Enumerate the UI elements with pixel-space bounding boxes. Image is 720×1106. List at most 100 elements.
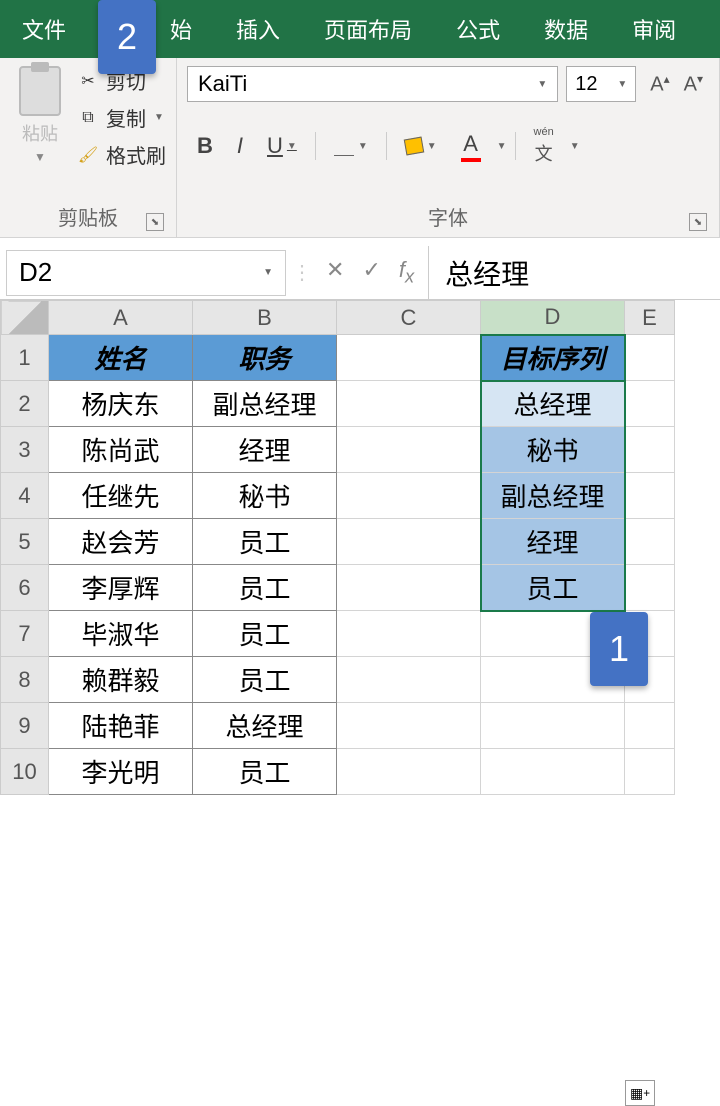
fx-icon[interactable]: fx xyxy=(399,257,414,287)
tab-formulas[interactable]: 公式 xyxy=(434,0,522,58)
cell[interactable] xyxy=(625,519,675,565)
col-header-e[interactable]: E xyxy=(625,301,675,335)
underline-button[interactable]: U▼ xyxy=(257,127,307,165)
tab-review[interactable]: 审阅 xyxy=(610,0,698,58)
cell[interactable] xyxy=(337,519,481,565)
cell[interactable] xyxy=(337,749,481,795)
cell-active[interactable]: 总经理 xyxy=(481,381,625,427)
cell[interactable]: 职务 xyxy=(193,335,337,381)
row-header[interactable]: 9 xyxy=(1,703,49,749)
copy-button[interactable]: ⧉复制▼ xyxy=(76,103,166,132)
cell[interactable] xyxy=(625,703,675,749)
tab-file[interactable]: 文件 xyxy=(0,0,88,58)
cell[interactable]: 副总经理 xyxy=(481,473,625,519)
cell[interactable]: 员工 xyxy=(481,565,625,611)
italic-button[interactable]: I xyxy=(227,127,253,165)
cell[interactable] xyxy=(625,565,675,611)
formula-input[interactable]: 总经理 xyxy=(428,246,720,299)
cancel-icon[interactable]: ✕ xyxy=(326,257,344,287)
cell[interactable] xyxy=(337,703,481,749)
col-header-b[interactable]: B xyxy=(193,301,337,335)
chevron-down-icon: ▼ xyxy=(154,112,164,123)
dialog-launcher-icon[interactable]: ⬊ xyxy=(146,213,164,231)
cell[interactable]: 员工 xyxy=(193,519,337,565)
paste-options-icon[interactable]: ▦+ xyxy=(625,1080,655,1106)
cell[interactable]: 赖群毅 xyxy=(49,657,193,703)
row-header[interactable]: 8 xyxy=(1,657,49,703)
paste-dropdown-icon[interactable]: ▼ xyxy=(34,150,46,164)
cell[interactable] xyxy=(625,381,675,427)
cell[interactable] xyxy=(337,335,481,381)
cell[interactable]: 总经理 xyxy=(193,703,337,749)
chevron-down-icon[interactable]: ▼ xyxy=(497,141,507,152)
name-box[interactable]: D2▼ xyxy=(6,250,286,296)
row-header[interactable]: 5 xyxy=(1,519,49,565)
cell[interactable]: 经理 xyxy=(193,427,337,473)
grow-font-button[interactable]: A▴ xyxy=(644,68,675,101)
font-color-button[interactable]: A xyxy=(451,125,491,168)
tab-page-layout[interactable]: 页面布局 xyxy=(302,0,434,58)
cell[interactable]: 李光明 xyxy=(49,749,193,795)
paste-button[interactable]: 粘贴 ▼ xyxy=(10,66,70,198)
tab-insert[interactable]: 插入 xyxy=(214,0,302,58)
cell[interactable]: 员工 xyxy=(193,657,337,703)
cell[interactable]: 任继先 xyxy=(49,473,193,519)
cell[interactable]: 姓名 xyxy=(49,335,193,381)
cell[interactable]: 员工 xyxy=(193,749,337,795)
row-header[interactable]: 1 xyxy=(1,335,49,381)
col-header-d[interactable]: D xyxy=(481,301,625,335)
separator xyxy=(315,132,316,160)
col-header-a[interactable]: A xyxy=(49,301,193,335)
cell[interactable] xyxy=(337,657,481,703)
cell[interactable] xyxy=(625,335,675,381)
cell[interactable]: 陆艳菲 xyxy=(49,703,193,749)
cell[interactable] xyxy=(337,473,481,519)
cell[interactable]: 毕淑华 xyxy=(49,611,193,657)
row-header[interactable]: 2 xyxy=(1,381,49,427)
cell[interactable]: 员工 xyxy=(193,565,337,611)
row-header[interactable]: 7 xyxy=(1,611,49,657)
spreadsheet-grid[interactable]: A B C D E 1姓名职务目标序列 2杨庆东副总经理总经理 3陈尚武经理秘书… xyxy=(0,300,675,795)
borders-button[interactable]: ▼ xyxy=(324,130,378,162)
row-header[interactable]: 10 xyxy=(1,749,49,795)
cell[interactable]: 杨庆东 xyxy=(49,381,193,427)
cell[interactable]: 副总经理 xyxy=(193,381,337,427)
cell[interactable]: 陈尚武 xyxy=(49,427,193,473)
cell[interactable] xyxy=(337,611,481,657)
cell[interactable] xyxy=(625,473,675,519)
cell[interactable]: 赵会芳 xyxy=(49,519,193,565)
shrink-font-button[interactable]: A▾ xyxy=(678,68,709,101)
font-size-select[interactable]: 12▼ xyxy=(566,66,636,102)
cell[interactable]: 员工 xyxy=(193,611,337,657)
cell[interactable] xyxy=(337,427,481,473)
enter-icon[interactable]: ✓ xyxy=(362,257,380,287)
row-header[interactable]: 3 xyxy=(1,427,49,473)
tab-data[interactable]: 数据 xyxy=(522,0,610,58)
phonetic-guide-button[interactable]: wén文 xyxy=(524,120,564,172)
format-painter-label: 格式刷 xyxy=(106,140,166,169)
row-header[interactable]: 4 xyxy=(1,473,49,519)
cell[interactable] xyxy=(337,381,481,427)
cell[interactable]: 李厚辉 xyxy=(49,565,193,611)
cell[interactable]: 秘书 xyxy=(481,427,625,473)
dialog-launcher-icon[interactable]: ⬊ xyxy=(689,213,707,231)
chevron-down-icon[interactable]: ▼ xyxy=(570,141,580,152)
format-painter-button[interactable]: 🖌格式刷 xyxy=(76,140,166,169)
font-name-select[interactable]: KaiTi▼ xyxy=(187,66,558,102)
fill-color-button[interactable]: ▼ xyxy=(395,132,447,160)
cell[interactable] xyxy=(481,749,625,795)
col-header-c[interactable]: C xyxy=(337,301,481,335)
select-all-corner[interactable] xyxy=(1,301,49,335)
cell[interactable]: 秘书 xyxy=(193,473,337,519)
row-header[interactable]: 6 xyxy=(1,565,49,611)
cell[interactable] xyxy=(337,565,481,611)
clipboard-group-label: 剪贴板⬊ xyxy=(10,198,166,235)
cell[interactable] xyxy=(481,703,625,749)
cell[interactable]: 目标序列 xyxy=(481,335,625,381)
chevron-down-icon: ▼ xyxy=(617,79,627,90)
bold-button[interactable]: B xyxy=(187,127,223,165)
cell[interactable] xyxy=(625,427,675,473)
cell[interactable] xyxy=(625,749,675,795)
cell[interactable]: 经理 xyxy=(481,519,625,565)
tab-home[interactable]: 始 xyxy=(148,0,214,58)
